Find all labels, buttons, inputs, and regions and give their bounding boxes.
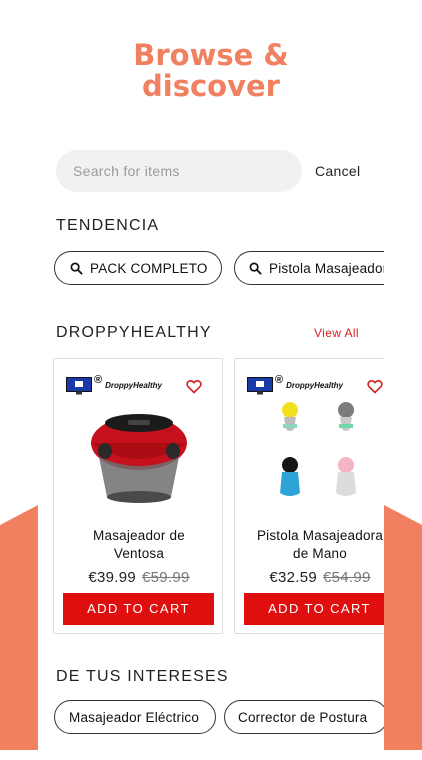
trending-section-title: TENDENCIA: [56, 217, 160, 234]
add-to-cart-button[interactable]: ADD TO CART: [244, 593, 384, 625]
product-card[interactable]: ® DroppyHealthy Pistola Masajeadora de M…: [234, 358, 384, 634]
app-screen: Search for items Cancel TENDENCIA PACK C…: [38, 120, 384, 760]
monitor-cart-icon: [66, 377, 92, 395]
cancel-button[interactable]: Cancel: [315, 163, 360, 179]
search-input[interactable]: Search for items: [56, 150, 302, 192]
product-price-row: €32.59 €54.99: [235, 569, 384, 586]
chip-label: PACK COMPLETO: [90, 260, 208, 276]
product-price: €32.59: [269, 569, 317, 586]
product-price-row: €39.99 €59.99: [54, 569, 222, 586]
brand-logo: ® DroppyHealthy: [247, 374, 344, 399]
interests-section-title: DE TUS INTERESES: [56, 668, 229, 685]
product-name: Masajeador de Ventosa: [58, 527, 220, 563]
headline-line-2: discover: [142, 69, 280, 103]
product-old-price: €59.99: [142, 569, 190, 586]
chip-label: Masajeador Eléctrico: [69, 709, 200, 725]
interest-chip-corrector-de-postura[interactable]: Corrector de Postura: [224, 700, 384, 734]
heart-icon[interactable]: [186, 379, 202, 394]
chip-label: Pistola Masajeador: [269, 260, 384, 276]
product-old-price: €54.99: [323, 569, 371, 586]
product-name: Pistola Masajeadora de Mano: [239, 527, 384, 563]
product-name-line-1: Masajeador de: [93, 528, 185, 543]
product-price: €39.99: [88, 569, 136, 586]
search-icon: [249, 262, 262, 275]
brand-name: DroppyHealthy: [105, 381, 163, 390]
headline-line-1: Browse &: [133, 38, 289, 72]
trending-chip-pack-completo[interactable]: PACK COMPLETO: [54, 251, 222, 285]
brand-name: DroppyHealthy: [286, 381, 344, 390]
page-headline: Browse & discover: [0, 40, 422, 102]
add-to-cart-button[interactable]: ADD TO CART: [63, 593, 214, 625]
brand-reg-mark: ®: [275, 374, 284, 386]
brand-logo: ® DroppyHealthy: [66, 374, 163, 399]
brand-reg-mark: ®: [94, 374, 103, 386]
product-image: [280, 402, 356, 496]
product-name-line-1: Pistola Masajeadora: [256, 528, 384, 543]
view-all-link[interactable]: View All: [314, 326, 359, 340]
heart-icon[interactable]: [367, 379, 383, 394]
trending-chip-pistola-masajeador[interactable]: Pistola Masajeador: [234, 251, 384, 285]
chip-label: Corrector de Postura: [238, 709, 368, 725]
monitor-cart-icon: [247, 377, 273, 395]
product-image: [91, 414, 187, 503]
search-icon: [70, 262, 83, 275]
store-section-title: DROPPYHEALTHY: [56, 324, 212, 341]
product-name-line-2: Ventosa: [113, 546, 165, 561]
product-card[interactable]: ® DroppyHealthy Masajeador de Ventosa €3…: [53, 358, 223, 634]
interest-chip-masajeador-electrico[interactable]: Masajeador Eléctrico: [54, 700, 216, 734]
product-name-line-2: de Mano: [293, 546, 347, 561]
